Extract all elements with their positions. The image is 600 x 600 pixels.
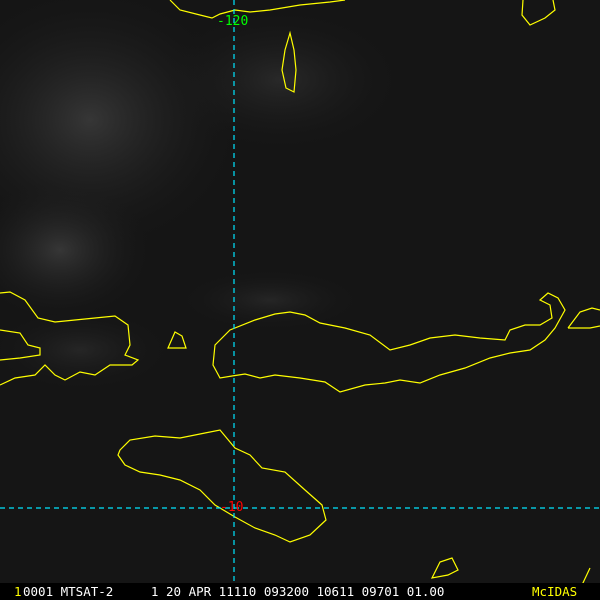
image-info: 0001 MTSAT-2 1 20 APR 11110 093200 10611… <box>23 584 445 599</box>
mcidas-brand: McIDAS <box>532 584 578 599</box>
longitude-label: -120 <box>217 14 249 29</box>
status-bar: 1 0001 MTSAT-2 1 20 APR 11110 093200 106… <box>0 583 600 600</box>
frame-number: 1 <box>14 584 22 599</box>
satellite-imagery <box>0 0 600 600</box>
satellite-image-viewer: -120 -10 1 0001 MTSAT-2 1 20 APR 11110 0… <box>0 0 600 600</box>
latitude-label: -10 <box>220 500 244 515</box>
